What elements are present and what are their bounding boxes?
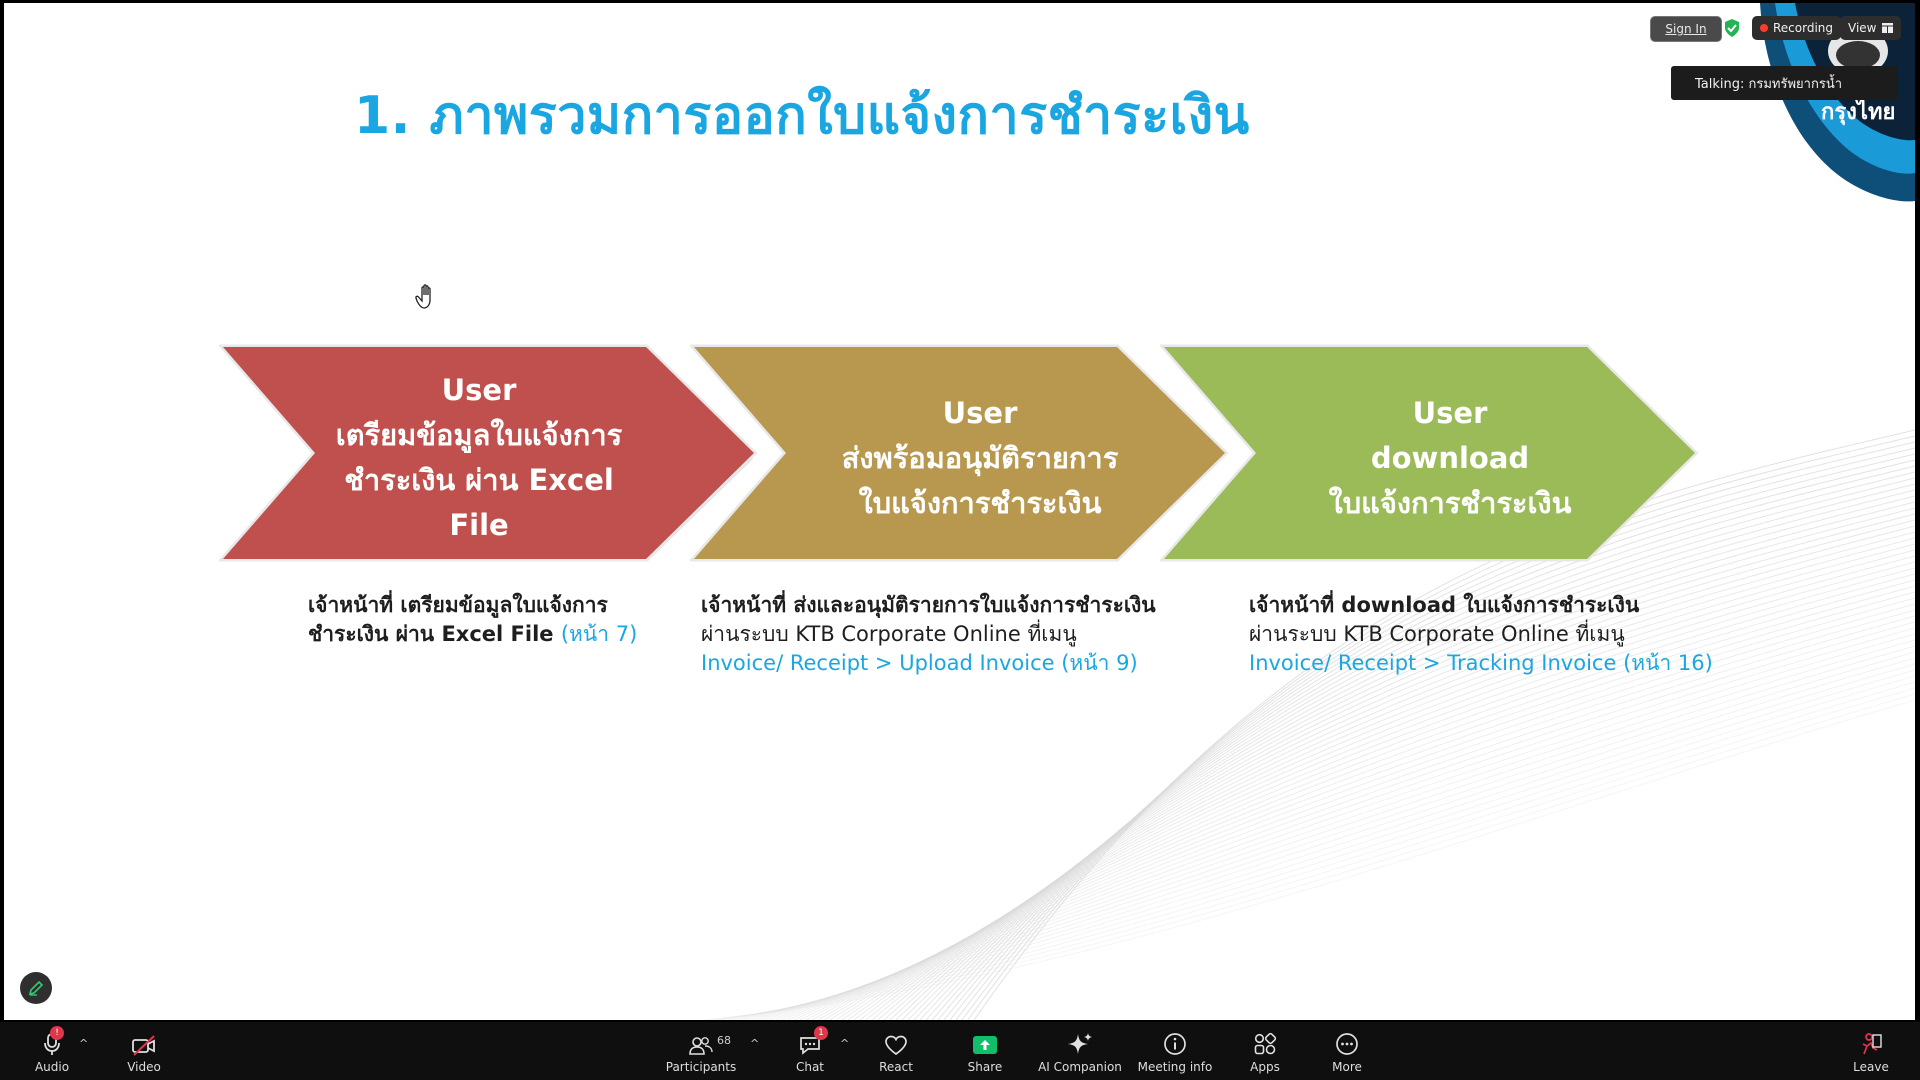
leave-icon <box>1862 1033 1882 1055</box>
audio-label: Audio <box>34 1060 70 1074</box>
heart-icon <box>885 1035 907 1056</box>
meeting-info-label: Meeting info <box>1137 1060 1213 1074</box>
annotate-pen-button[interactable] <box>20 972 52 1004</box>
participants-label: Participants <box>665 1060 737 1074</box>
participants-count: 68 <box>717 1034 731 1047</box>
share-button[interactable]: Share <box>965 1022 1005 1080</box>
step-1-description: เจ้าหน้าที่ เตรียมข้อมูลใบแจ้งการ ชำระเง… <box>308 591 637 649</box>
react-button[interactable]: React <box>876 1022 916 1080</box>
apps-button[interactable]: Apps <box>1245 1022 1285 1080</box>
step-2-line-2: ส่งพร้อมอนุมัติรายการ <box>841 440 1119 475</box>
apps-icon <box>1254 1032 1277 1055</box>
video-off-icon <box>132 1035 155 1056</box>
recording-label: Recording <box>1773 21 1834 35</box>
shield-check-icon[interactable] <box>1723 18 1741 38</box>
ai-companion-button[interactable]: AI Companion <box>1037 1022 1123 1080</box>
chat-options-caret[interactable]: ^ <box>840 1037 849 1050</box>
hand-cursor-icon <box>415 284 431 309</box>
step-2-desc-line-1: เจ้าหน้าที่ ส่งและอนุมัติรายการใบแจ้งการ… <box>701 593 1156 617</box>
leave-button[interactable]: Leave <box>1851 1022 1891 1080</box>
slide-title: 1. ภาพรวมการออกใบแจ้งการชำระเงิน <box>354 86 1250 146</box>
info-icon <box>1164 1033 1186 1055</box>
recording-indicator[interactable]: Recording <box>1752 16 1842 40</box>
step-2-description: เจ้าหน้าที่ ส่งและอนุมัติรายการใบแจ้งการ… <box>701 591 1156 678</box>
more-icon <box>1336 1033 1358 1055</box>
meeting-toolbar: ! Audio ^ Video 68 Participants ^ 1 Chat… <box>0 1022 1920 1080</box>
react-label: React <box>879 1060 913 1074</box>
step-1-line-3: ชำระเงิน ผ่าน Excel <box>344 463 614 497</box>
step-3-desc-line-1: เจ้าหน้าที่ download ใบแจ้งการชำระเงิน <box>1249 593 1640 617</box>
step-3-menu-path: Invoice/ Receipt > Tracking Invoice (หน้… <box>1249 651 1713 675</box>
step-1-page-ref: (หน้า 7) <box>560 622 638 646</box>
step-3-line-2: download <box>1370 440 1530 475</box>
more-label: More <box>1332 1060 1362 1074</box>
view-button[interactable]: View <box>1840 16 1902 40</box>
step-2-line-3: ใบแจ้งการชำระเงิน <box>858 485 1102 520</box>
video-button[interactable]: Video <box>124 1022 164 1080</box>
more-button[interactable]: More <box>1327 1022 1367 1080</box>
step-3-system-text: ผ่านระบบ KTB Corporate Online ที่เมนู <box>1249 622 1625 646</box>
step-1-desc-line-2: ชำระเงิน ผ่าน Excel File <box>308 622 554 646</box>
step-2-line-1: User <box>942 395 1018 430</box>
chat-unread-badge: 1 <box>814 1026 828 1040</box>
view-label: View <box>1848 21 1877 35</box>
chat-label: Chat <box>795 1060 825 1074</box>
share-screen-icon <box>973 1036 997 1054</box>
people-icon <box>689 1037 713 1055</box>
audio-button[interactable]: ! Audio <box>32 1022 72 1080</box>
step-1-line-4: File <box>449 508 509 542</box>
audio-warning-badge: ! <box>50 1026 64 1040</box>
process-step-3-arrow: User download ใบแจ้งการชำระเงิน <box>1160 343 1720 573</box>
recording-dot-icon <box>1760 24 1768 32</box>
step-3-line-1: User <box>1412 395 1488 430</box>
step-2-menu-path: Invoice/ Receipt > Upload Invoice (หน้า … <box>701 651 1138 675</box>
step-1-line-1: User <box>441 373 517 407</box>
grid-icon <box>1882 23 1894 33</box>
leave-label: Leave <box>1853 1060 1889 1074</box>
apps-label: Apps <box>1250 1060 1280 1074</box>
sparkle-icon <box>1068 1033 1092 1054</box>
shared-slide: 1. ภาพรวมการออกใบแจ้งการชำระเงิน User เต… <box>4 3 1915 1020</box>
step-1-line-2: เตรียมข้อมูลใบแจ้งการ <box>335 418 623 452</box>
participants-options-caret[interactable]: ^ <box>750 1037 759 1050</box>
participants-button[interactable]: 68 Participants <box>666 1022 737 1080</box>
step-2-system-text: ผ่านระบบ KTB Corporate Online ที่เมนู <box>701 622 1077 646</box>
video-label: Video <box>127 1060 161 1074</box>
share-label: Share <box>967 1060 1003 1074</box>
meeting-info-button[interactable]: Meeting info <box>1137 1022 1213 1080</box>
chat-button[interactable]: 1 Chat <box>790 1022 830 1080</box>
pen-icon <box>28 980 44 996</box>
audio-options-caret[interactable]: ^ <box>79 1037 88 1050</box>
step-3-description: เจ้าหน้าที่ download ใบแจ้งการชำระเงิน ผ… <box>1249 591 1713 678</box>
ai-companion-label: AI Companion <box>1038 1060 1122 1074</box>
step-1-desc-line-1: เจ้าหน้าที่ เตรียมข้อมูลใบแจ้งการ <box>308 593 608 617</box>
sign-in-button[interactable]: Sign In <box>1650 16 1722 42</box>
step-3-line-3: ใบแจ้งการชำระเงิน <box>1328 485 1572 520</box>
talking-indicator: Talking: กรมทรัพยากรน้ำ <box>1671 66 1898 100</box>
